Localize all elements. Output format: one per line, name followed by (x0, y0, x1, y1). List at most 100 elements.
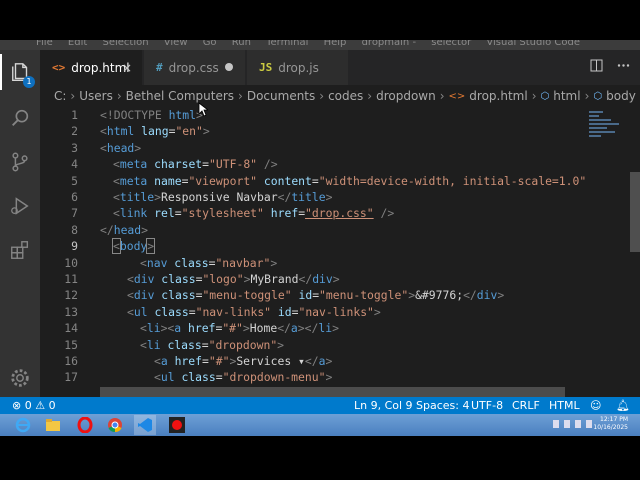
chevron-right-icon: › (238, 89, 243, 103)
close-icon[interactable]: × (122, 61, 132, 75)
vscode-icon[interactable] (134, 415, 156, 435)
window-title-prefix: dropmain - (361, 40, 420, 48)
minimap[interactable] (585, 107, 625, 397)
minimap-line (589, 119, 611, 121)
line-number: 3 (71, 140, 78, 155)
breadcrumb: C: › Users › Bethel Computers › Documents › … (40, 85, 640, 107)
code-text: <li><a href="#">Home</a></li> (140, 321, 339, 336)
code-text: <title>Responsive Navbar</title> (113, 190, 333, 204)
breadcrumb-drive[interactable]: C: (54, 89, 66, 103)
error-icon: ⊗ (12, 399, 22, 412)
menu-view[interactable]: View (164, 40, 188, 48)
line-ending[interactable]: CRLF (512, 397, 540, 414)
code-line: 3 <head> (40, 140, 585, 156)
code-line: 13 <ul class="nav-links" id="nav-links"> (40, 304, 585, 320)
source-control-icon (12, 152, 28, 172)
chevron-right-icon: › (116, 89, 122, 103)
line-number: 15 (64, 337, 78, 352)
indentation[interactable]: Spaces: 4 (416, 397, 469, 414)
html-file-icon: <> (52, 61, 66, 74)
line-number: 5 (71, 173, 78, 188)
menu-run[interactable]: Run (232, 40, 251, 48)
tab-bar: <> drop.html × # drop.css JS drop.js (40, 50, 640, 85)
code-line: 8 </head> (40, 222, 585, 238)
code-line: 5 <meta name="viewport" content="width=de… (40, 173, 585, 189)
menu-file[interactable]: File (36, 40, 53, 48)
html-file-icon: <> (448, 90, 466, 102)
tab-label: drop.html (71, 60, 130, 75)
extensions-button[interactable] (0, 232, 40, 268)
ie-icon[interactable] (12, 415, 34, 435)
breadcrumb-body[interactable]: body (606, 89, 636, 103)
breadcrumb-dropdown[interactable]: dropdown (376, 89, 436, 103)
window-title-app: Visual Studio Code (486, 40, 581, 48)
breadcrumb-user[interactable]: Bethel Computers (126, 89, 234, 103)
title-bar: File Edit Selection View Go Run Terminal… (0, 40, 640, 50)
scrollbar-thumb[interactable] (630, 172, 640, 252)
cursor-position[interactable]: Ln 9, Col 9 (354, 397, 413, 414)
explorer-icon[interactable] (42, 415, 64, 435)
code-text: </head> (100, 222, 149, 237)
split-editor-icon[interactable] (590, 59, 603, 72)
chrome-icon[interactable] (104, 415, 126, 435)
system-tray[interactable] (553, 420, 592, 428)
status-bar: ⊗ 0 ⚠ 0 Ln 9, Col 9 Spaces: 4 UTF-8 CRLF… (0, 397, 640, 414)
code-line: 6 <title>Responsive Navbar</title> (40, 189, 585, 205)
vscode-window: File Edit Selection View Go Run Terminal… (0, 40, 640, 436)
tab-drop-js[interactable]: JS drop.js (247, 50, 349, 85)
breadcrumb-codes[interactable]: codes (328, 89, 363, 103)
line-number: 7 (71, 206, 78, 221)
menu-selection[interactable]: Selection (102, 40, 148, 48)
code-line: 10 <nav class="navbar"> (40, 255, 585, 271)
menu-go[interactable]: Go (203, 40, 217, 48)
chevron-right-icon: › (319, 89, 325, 103)
tab-drop-html[interactable]: <> drop.html × (40, 50, 143, 85)
chevron-right-icon: › (70, 89, 76, 103)
code-editor[interactable]: 1 <!DOCTYPE html> 2 <html lang="en"> 3 <hea… (40, 107, 585, 397)
taskbar-clock[interactable]: 12:17 PM 10/16/2025 (593, 416, 628, 432)
vertical-scrollbar[interactable] (628, 107, 640, 397)
code-line: 12 <div class="menu-toggle" id="menu-togg… (40, 287, 585, 303)
breadcrumb-html[interactable]: html (553, 89, 580, 103)
run-debug-icon (11, 197, 29, 215)
line-number: 8 (71, 222, 78, 237)
problems-status[interactable]: ⊗ 0 ⚠ 0 (12, 397, 56, 414)
opera-icon[interactable] (74, 415, 96, 435)
breadcrumb-users[interactable]: Users (79, 89, 113, 103)
horizontal-scrollbar[interactable] (100, 387, 565, 397)
encoding[interactable]: UTF-8 (471, 397, 503, 414)
feedback-icon[interactable]: ☺ (590, 397, 601, 414)
breadcrumb-file[interactable]: drop.html (469, 89, 527, 103)
bell-icon[interactable]: 🔔︎ (616, 397, 630, 414)
code-line: 4 <meta charset="UTF-8" /> (40, 156, 585, 172)
more-actions-icon[interactable] (617, 59, 630, 72)
breadcrumb-documents[interactable]: Documents (247, 89, 315, 103)
tab-drop-css[interactable]: # drop.css (144, 50, 246, 85)
code-text: <!DOCTYPE html> (100, 108, 203, 122)
line-number: 13 (64, 304, 78, 319)
explorer-button[interactable]: 1 (0, 54, 40, 90)
menu-terminal[interactable]: Terminal (266, 40, 308, 48)
code-line: 11 <div class="logo">MyBrand</div> (40, 271, 585, 287)
unsaved-dot-icon[interactable] (225, 63, 233, 71)
search-button[interactable] (0, 100, 40, 136)
run-debug-button[interactable] (0, 188, 40, 224)
menu-help[interactable]: Help (324, 40, 347, 48)
line-number: 2 (71, 124, 78, 139)
code-line: 15 <li class="dropdown"> (40, 337, 585, 353)
code-line: 2 <html lang="en"> (40, 123, 585, 139)
line-number: 6 (71, 190, 78, 204)
menu-edit[interactable]: Edit (68, 40, 87, 48)
recorder-icon[interactable] (166, 415, 188, 435)
manage-button[interactable] (0, 360, 40, 396)
text-cursor (154, 240, 156, 254)
line-number: 1 (71, 108, 78, 122)
error-count: 0 (24, 399, 32, 412)
clock-time: 12:17 PM (600, 416, 628, 423)
line-number: 16 (64, 354, 78, 368)
minimap-line (589, 115, 599, 117)
editor-actions (590, 59, 630, 72)
language-mode[interactable]: HTML (549, 397, 580, 414)
code-text: <ul class="nav-links" id="nav-links"> (127, 304, 381, 319)
source-control-button[interactable] (0, 144, 40, 180)
